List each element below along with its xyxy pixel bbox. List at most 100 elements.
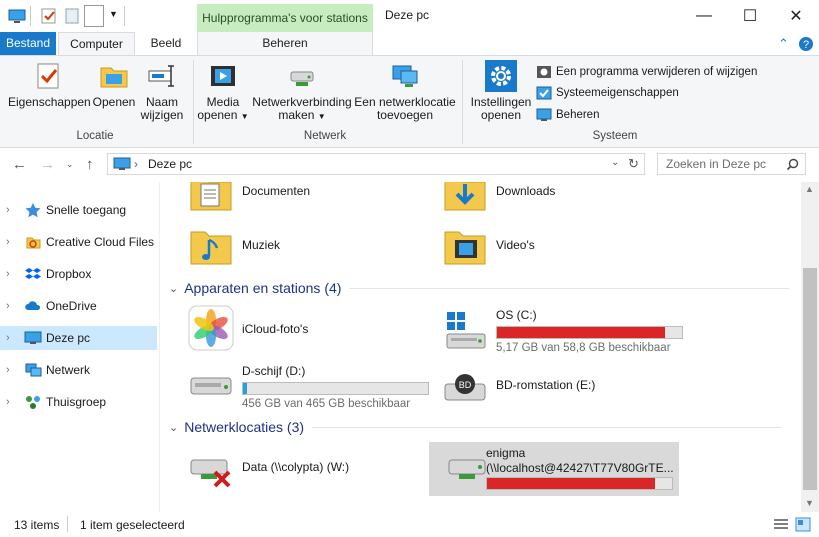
- network-locations-group-header[interactable]: ⌄ Netwerklocaties (3): [169, 417, 783, 437]
- homegroup-icon: [26, 396, 40, 409]
- sidebar-item-dropbox[interactable]: › Dropbox: [0, 262, 157, 286]
- map-network-drive-button[interactable]: Netwerkverbinding maken ▼: [252, 60, 352, 123]
- open-button[interactable]: Openen: [90, 60, 138, 109]
- search-box[interactable]: Zoeken in Deze pc: [657, 153, 806, 175]
- drive-usage-fill: [497, 327, 666, 338]
- network-location-icon: [392, 65, 418, 87]
- sidebar-item-label: Snelle toegang: [46, 203, 127, 217]
- expand-chevron-icon[interactable]: ›: [6, 300, 20, 312]
- network-drive-w[interactable]: Data (\\colypta) (W:): [171, 442, 417, 496]
- computer-management-icon: [536, 108, 552, 121]
- recent-dropdown-icon[interactable]: ⌄: [66, 159, 74, 170]
- this-pc-icon: [24, 331, 42, 344]
- onedrive-cloud-icon: [25, 301, 41, 310]
- help-icon[interactable]: ?: [798, 36, 814, 52]
- minimize-button[interactable]: —: [681, 0, 727, 32]
- details-view-icon[interactable]: [773, 518, 789, 532]
- maximize-button[interactable]: ☐: [727, 0, 773, 32]
- collapse-chevron-icon[interactable]: ⌄: [169, 421, 178, 434]
- device-icloud-photos[interactable]: iCloud-foto's: [171, 302, 417, 356]
- map-drive-dropdown-icon: ▼: [317, 112, 326, 121]
- system-properties-button[interactable]: Systeemeigenschappen: [536, 84, 679, 102]
- collapse-chevron-icon[interactable]: ⌄: [169, 282, 178, 295]
- network-location-enigma[interactable]: enigma (\\localhost@42427\T77V80GrTE...: [429, 442, 679, 496]
- tab-manage[interactable]: Beheren: [197, 32, 373, 56]
- folder-documents[interactable]: Documenten: [171, 182, 417, 220]
- sidebar-item-onedrive[interactable]: › OneDrive: [0, 294, 157, 318]
- address-bar[interactable]: › Deze pc ⌄ ↻: [107, 153, 645, 175]
- sidebar-item-label: Netwerk: [46, 363, 91, 377]
- folder-name: Video's: [496, 238, 535, 252]
- tab-file[interactable]: Bestand: [0, 32, 56, 56]
- refresh-icon[interactable]: ↻: [628, 156, 639, 172]
- up-arrow-icon[interactable]: ↑: [86, 156, 94, 173]
- system-properties-icon: [536, 86, 552, 100]
- expand-chevron-icon[interactable]: ›: [6, 396, 20, 408]
- media-button[interactable]: Media openen ▼: [196, 60, 250, 123]
- breadcrumb[interactable]: Deze pc: [148, 157, 192, 171]
- rename-button[interactable]: Naam wijzigen: [139, 60, 185, 122]
- rename-label-2: wijzigen: [140, 108, 184, 122]
- title-bar: ▼ Hulpprogramma's voor stations Deze pc …: [0, 0, 819, 32]
- search-input[interactable]: Zoeken in Deze pc: [666, 157, 766, 171]
- group-label-network: Netwerk: [303, 130, 347, 142]
- folder-videos[interactable]: Video's: [425, 220, 671, 274]
- uninstall-program-button[interactable]: Een programma verwijderen of wijzigen: [536, 63, 757, 81]
- address-dropdown-icon[interactable]: ⌄: [611, 157, 619, 168]
- network-icon: [25, 363, 42, 377]
- group-divider: [312, 426, 783, 428]
- add-network-location-button[interactable]: Een netwerklocatie toevoegen: [354, 60, 456, 122]
- folder-name: Downloads: [496, 184, 556, 198]
- sidebar-item-this-pc[interactable]: › Deze pc: [0, 326, 157, 350]
- drive-bd-rom[interactable]: BD BD-romstation (E:): [425, 358, 671, 412]
- uninstall-label: Een programma verwijderen of wijzigen: [556, 66, 758, 78]
- device-name: iCloud-foto's: [242, 322, 309, 336]
- network-location-name: enigma: [486, 446, 526, 460]
- expand-chevron-icon[interactable]: ›: [6, 364, 20, 376]
- scroll-down-icon[interactable]: ▼: [805, 498, 814, 508]
- hard-drive-icon: [190, 377, 232, 395]
- tab-computer[interactable]: Computer: [58, 32, 135, 56]
- folder-music[interactable]: Muziek: [171, 220, 417, 274]
- music-folder-icon: [190, 231, 232, 265]
- properties-qat-icon[interactable]: [40, 7, 58, 25]
- scroll-thumb[interactable]: [803, 268, 817, 490]
- vertical-scrollbar[interactable]: ▲ ▼: [801, 182, 819, 512]
- drive-c[interactable]: OS (C:) 5,17 GB van 58,8 GB beschikbaar: [425, 302, 683, 356]
- forward-arrow-icon[interactable]: →: [40, 156, 55, 173]
- collapse-ribbon-icon[interactable]: ⌃: [778, 36, 789, 52]
- sidebar-item-homegroup[interactable]: › Thuisgroep: [0, 390, 157, 414]
- expand-chevron-icon[interactable]: ›: [6, 236, 20, 248]
- sidebar-item-creative-cloud[interactable]: › Creative Cloud Files: [0, 230, 157, 254]
- tab-view[interactable]: Beeld: [136, 32, 196, 56]
- properties-button[interactable]: Eigenschappen: [8, 60, 91, 109]
- new-folder-qat-icon[interactable]: [63, 7, 81, 25]
- expand-chevron-icon[interactable]: ›: [6, 268, 20, 280]
- media-icon: [211, 66, 235, 86]
- qat-dropdown-icon[interactable]: ▼: [109, 9, 118, 19]
- sidebar-item-network[interactable]: › Netwerk: [0, 358, 157, 382]
- qat-box[interactable]: [84, 5, 104, 27]
- scroll-up-icon[interactable]: ▲: [805, 184, 814, 194]
- disconnected-network-drive-icon: [190, 459, 231, 488]
- sidebar-item-quick-access[interactable]: › Snelle toegang: [0, 198, 157, 222]
- search-icon: [786, 158, 799, 171]
- open-settings-button[interactable]: Instellingen openen: [466, 60, 536, 122]
- expand-chevron-icon[interactable]: ›: [6, 204, 20, 216]
- downloads-folder-icon: [444, 182, 486, 211]
- open-folder-icon: [100, 67, 128, 88]
- devices-group-header[interactable]: ⌄ Apparaten en stations (4): [169, 278, 790, 298]
- folder-name: Muziek: [242, 238, 281, 252]
- manage-button[interactable]: Beheren: [536, 106, 599, 124]
- this-pc-icon[interactable]: [8, 7, 26, 25]
- close-button[interactable]: ✕: [773, 0, 819, 32]
- dropbox-icon: [25, 268, 41, 279]
- drive-d[interactable]: D-schijf (D:) 456 GB van 465 GB beschikb…: [171, 358, 429, 412]
- large-icons-view-icon[interactable]: [795, 517, 811, 532]
- back-arrow-icon[interactable]: ←: [12, 156, 27, 173]
- sidebar-item-label: Deze pc: [46, 331, 91, 345]
- star-icon: [25, 203, 41, 218]
- expand-chevron-icon[interactable]: ›: [6, 332, 20, 344]
- folder-downloads[interactable]: Downloads: [425, 182, 671, 220]
- breadcrumb-chevron-icon[interactable]: ›: [134, 157, 138, 171]
